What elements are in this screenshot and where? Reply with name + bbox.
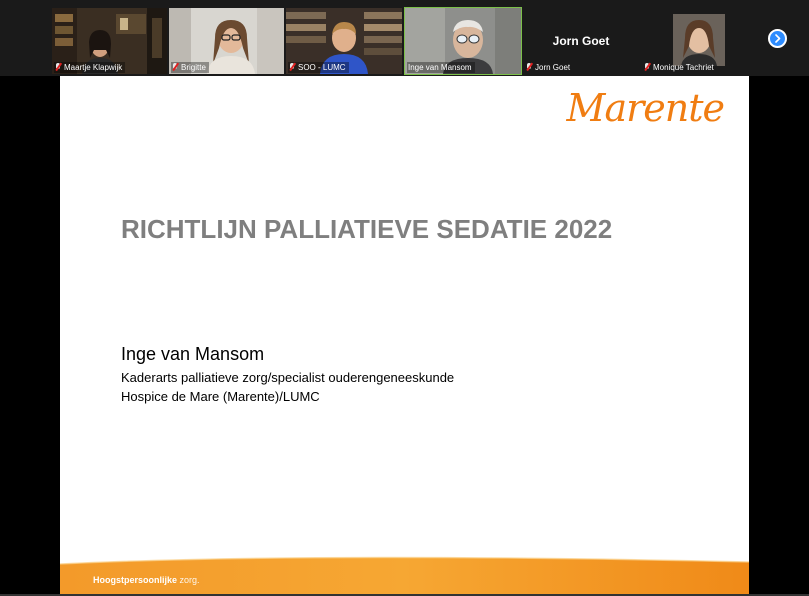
participant-display-name: Jorn Goet xyxy=(552,34,610,48)
footer-wave xyxy=(60,556,749,594)
shared-slide: Marente RICHTLIJN PALLIATIEVE SEDATIE 20… xyxy=(60,76,749,594)
participant-name: SOO - LUMC xyxy=(288,62,349,73)
gallery-next-button[interactable] xyxy=(768,29,787,48)
brand-logo: Marente xyxy=(566,86,725,130)
participant-tile-active[interactable]: Inge van Mansom xyxy=(404,7,522,75)
participant-tile[interactable]: Brigitte xyxy=(169,8,284,74)
slide-title: RICHTLIJN PALLIATIEVE SEDATIE 2022 xyxy=(121,214,613,244)
participant-name: Maartje Klapwijk xyxy=(54,62,126,73)
mic-muted-icon xyxy=(644,63,650,71)
participant-name: Jorn Goet xyxy=(525,62,573,73)
participant-tile[interactable]: SOO - LUMC xyxy=(286,8,402,74)
participant-strip: Maartje Klapwijk Brigitte SOO - LUMC Ing… xyxy=(0,0,809,76)
mic-muted-icon xyxy=(289,63,295,71)
presenter-role: Kaderarts palliatieve zorg/specialist ou… xyxy=(121,370,455,385)
participant-name: Inge van Mansom xyxy=(407,62,475,73)
presenter-organization: Hospice de Mare (Marente)/LUMC xyxy=(121,389,320,404)
slide-footer: Hoogstpersoonlijke zorg. xyxy=(60,554,749,594)
slide-tagline: Hoogstpersoonlijke zorg. xyxy=(93,575,200,585)
participant-name: Monique Tachriet xyxy=(643,62,717,73)
participant-tile[interactable]: Monique Tachriet xyxy=(641,8,757,74)
participant-name: Brigitte xyxy=(171,62,209,73)
participant-tile[interactable]: Maartje Klapwijk xyxy=(52,8,167,74)
chevron-right-icon xyxy=(775,34,781,43)
mic-muted-icon xyxy=(55,63,61,71)
mic-muted-icon xyxy=(526,63,532,71)
presenter-name: Inge van Mansom xyxy=(121,344,265,364)
mic-muted-icon xyxy=(172,63,178,71)
participant-tile[interactable]: Jorn Goet Jorn Goet xyxy=(523,8,639,74)
